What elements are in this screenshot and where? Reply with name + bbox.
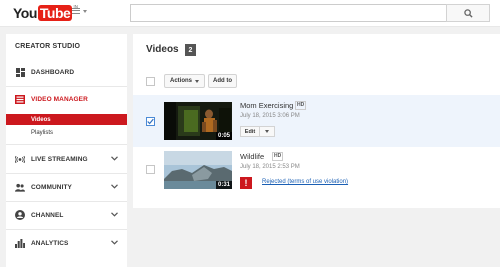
page-title: Videos [146, 44, 179, 55]
sidebar-item-label: COMMUNITY [31, 183, 72, 191]
hamburger-icon [72, 8, 80, 14]
edit-dropdown-button[interactable] [260, 126, 275, 137]
sidebar-divider [6, 173, 127, 174]
checkmark-icon [147, 118, 154, 125]
add-to-button-label: Add to [213, 78, 232, 84]
sidebar-item-channel[interactable]: CHANNEL [6, 208, 127, 222]
sidebar-item-live-streaming[interactable]: LIVE STREAMING [6, 152, 127, 166]
add-to-button[interactable]: Add to [208, 74, 237, 88]
creator-studio-sidebar: CREATOR STUDIO DASHBOARD VIDEO MANAGER V… [6, 34, 127, 267]
analytics-icon [15, 238, 25, 248]
video-thumbnail[interactable]: 0:05 [164, 102, 232, 140]
sidebar-item-label: LIVE STREAMING [31, 155, 88, 163]
warning-icon: ! [240, 177, 252, 189]
sidebar-item-video-manager[interactable]: VIDEO MANAGER [6, 92, 127, 106]
video-date: July 18, 2015 2:53 PM [240, 164, 300, 170]
video-duration: 0:31 [215, 181, 232, 189]
community-icon [15, 182, 25, 192]
sidebar-item-label: DASHBOARD [31, 68, 75, 76]
sidebar-divider [6, 86, 127, 87]
sidebar-item-dashboard[interactable]: DASHBOARD [6, 65, 127, 79]
live-streaming-icon [15, 154, 25, 164]
sidebar-item-label: CHANNEL [31, 211, 64, 219]
video-thumbnail[interactable]: 0:31 [164, 151, 232, 189]
sidebar-divider [6, 229, 127, 230]
caret-down-icon [83, 9, 87, 13]
search-input[interactable] [130, 4, 447, 22]
sidebar-subitem-videos[interactable]: Videos [6, 114, 127, 125]
sidebar-item-label: ANALYTICS [31, 239, 69, 247]
sidebar-divider [6, 201, 127, 202]
chevron-down-icon [111, 184, 118, 189]
search-icon [463, 8, 473, 18]
video-duration: 0:05 [215, 132, 232, 140]
edit-button[interactable]: Edit [240, 126, 260, 137]
sidebar-item-analytics[interactable]: ANALYTICS [6, 236, 127, 250]
video-date: July 18, 2015 3:06 PM [240, 113, 300, 119]
sidebar-subitem-label: Playlists [31, 129, 54, 136]
sidebar-divider [6, 144, 127, 145]
sidebar-item-community[interactable]: COMMUNITY [6, 180, 127, 194]
video-manager-panel: Videos 2 Actions Add to 0:05 Mom Exercis… [133, 34, 500, 208]
chevron-down-icon [111, 212, 118, 217]
sidebar-subitem-playlists[interactable]: Playlists [6, 127, 127, 138]
youtube-logo[interactable]: You Tube IN [13, 4, 78, 22]
rejected-status-link[interactable]: Rejected (terms of use violation) [262, 179, 348, 185]
table-row[interactable]: 0:31 Wildlife HD July 18, 2015 2:53 PM !… [133, 147, 500, 199]
actions-button-label: Actions [169, 78, 192, 84]
guide-menu-button[interactable] [72, 8, 87, 14]
video-manager-icon [15, 94, 25, 104]
hd-badge: HD [272, 152, 284, 161]
sidebar-title: CREATOR STUDIO [15, 43, 81, 50]
chevron-down-icon [111, 240, 118, 245]
actions-button[interactable]: Actions [164, 74, 205, 88]
logo-tube-text: Tube [37, 5, 73, 21]
caret-down-icon [195, 79, 199, 83]
video-select-checkbox[interactable] [146, 165, 155, 174]
video-title-link[interactable]: Mom Exercising [240, 101, 293, 110]
sidebar-subitem-label: Videos [31, 116, 51, 123]
hd-badge: HD [295, 101, 307, 110]
table-row[interactable]: 0:05 Mom Exercising HD July 18, 2015 3:0… [133, 95, 500, 147]
select-all-checkbox[interactable] [146, 77, 155, 86]
video-count-badge: 2 [185, 44, 196, 56]
logo-you-text: You [13, 5, 37, 21]
sidebar-item-label: VIDEO MANAGER [31, 95, 88, 103]
channel-icon [15, 210, 25, 220]
caret-down-icon [265, 130, 269, 133]
chevron-down-icon [111, 156, 118, 161]
dashboard-icon [15, 67, 25, 77]
search-button[interactable] [446, 4, 490, 22]
edit-button-group: Edit [240, 126, 275, 137]
video-select-checkbox[interactable] [146, 117, 155, 126]
video-title-link[interactable]: Wildlife [240, 152, 264, 161]
masthead: You Tube IN [0, 0, 500, 27]
